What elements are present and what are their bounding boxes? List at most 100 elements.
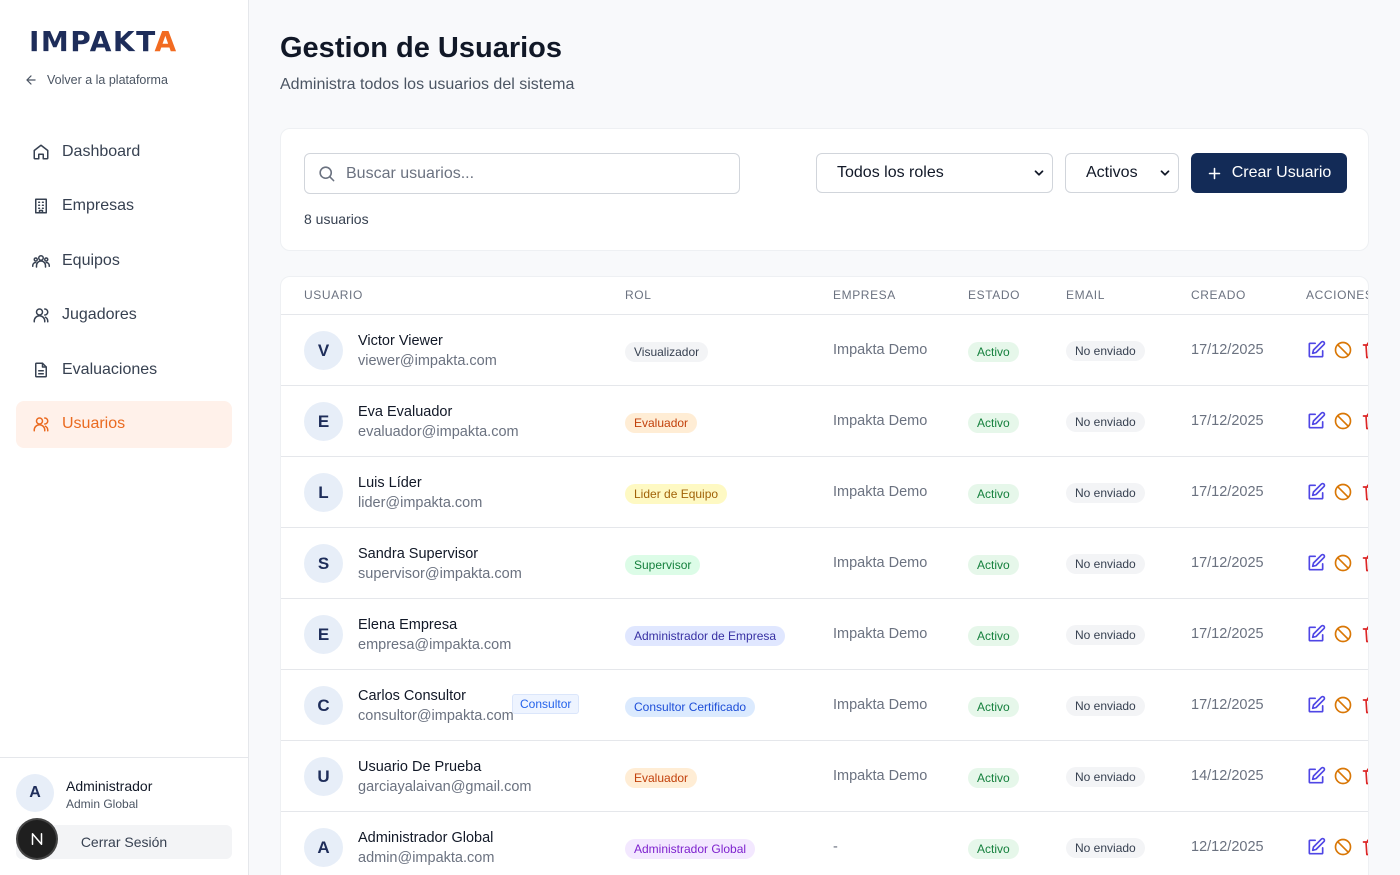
deactivate-button[interactable] bbox=[1333, 837, 1353, 857]
role-badge: Visualizador bbox=[625, 342, 709, 362]
column-header-estado: Estado bbox=[968, 288, 1021, 302]
sidebar-nav: Dashboard Empresas Equipos Jugadores Eva… bbox=[16, 128, 232, 455]
delete-button[interactable] bbox=[1361, 411, 1368, 431]
column-header-rol: Rol bbox=[625, 288, 652, 302]
table-row[interactable]: U Usuario De Prueba garciayalaivan@gmail… bbox=[281, 741, 1368, 812]
created-date: 17/12/2025 bbox=[1191, 413, 1264, 429]
current-user-role: Admin Global bbox=[66, 797, 139, 811]
team-icon bbox=[32, 254, 50, 268]
edit-button[interactable] bbox=[1306, 837, 1326, 857]
back-to-platform-link[interactable]: Volver a la plataforma bbox=[24, 73, 168, 87]
delete-button[interactable] bbox=[1361, 624, 1368, 644]
block-icon bbox=[1334, 625, 1352, 643]
table-row[interactable]: A Administrador Global admin@impakta.com… bbox=[281, 812, 1368, 875]
deactivate-button[interactable] bbox=[1333, 411, 1353, 431]
company-name: Impakta Demo bbox=[833, 555, 928, 571]
search-box[interactable] bbox=[304, 153, 740, 194]
user-email: admin@impakta.com bbox=[358, 850, 495, 866]
current-user-name: Administrador bbox=[66, 778, 153, 794]
deactivate-button[interactable] bbox=[1333, 766, 1353, 786]
deactivate-button[interactable] bbox=[1333, 553, 1353, 573]
email-status-badge: No enviado bbox=[1066, 483, 1145, 503]
created-date: 14/12/2025 bbox=[1191, 768, 1264, 784]
block-icon bbox=[1334, 554, 1352, 572]
table-row[interactable]: E Elena Empresa empresa@impakta.com Admi… bbox=[281, 599, 1368, 670]
block-icon bbox=[1334, 838, 1352, 856]
deactivate-button[interactable] bbox=[1333, 624, 1353, 644]
created-date: 17/12/2025 bbox=[1191, 555, 1264, 571]
created-date: 12/12/2025 bbox=[1191, 839, 1264, 855]
edit-button[interactable] bbox=[1306, 340, 1326, 360]
n-logo-icon[interactable] bbox=[18, 820, 56, 858]
delete-button[interactable] bbox=[1361, 553, 1368, 573]
table-row[interactable]: V Victor Viewer viewer@impakta.com Visua… bbox=[281, 315, 1368, 386]
company-name: Impakta Demo bbox=[833, 484, 928, 500]
page-subtitle: Administra todos los usuarios del sistem… bbox=[280, 76, 575, 93]
status-filter-select[interactable]: Activos bbox=[1065, 153, 1179, 193]
n-letter-icon bbox=[31, 833, 43, 845]
deactivate-button[interactable] bbox=[1333, 695, 1353, 715]
sidebar-item-label: Usuarios bbox=[62, 415, 126, 432]
status-filter-value: Activos bbox=[1086, 164, 1138, 181]
edit-button[interactable] bbox=[1306, 482, 1326, 502]
document-icon bbox=[35, 362, 47, 377]
trash-icon bbox=[1362, 484, 1368, 501]
user-count: 8 usuarios bbox=[304, 211, 369, 227]
user-name: Administrador Global bbox=[358, 830, 494, 846]
edit-icon bbox=[1308, 340, 1326, 358]
email-status-badge: No enviado bbox=[1066, 696, 1145, 716]
edit-button[interactable] bbox=[1306, 624, 1326, 644]
impakta-logo[interactable]: IMPAKTA bbox=[29, 27, 178, 57]
status-badge: Activo bbox=[968, 839, 1019, 859]
block-icon bbox=[1334, 483, 1352, 501]
edit-icon bbox=[1308, 766, 1326, 784]
table-row[interactable]: L Luis Líder lider@impakta.com Lider de … bbox=[281, 457, 1368, 528]
user-email: consultor@impakta.com bbox=[358, 708, 514, 724]
avatar: E bbox=[304, 402, 343, 441]
table-row[interactable]: C Carlos Consultor consultor@impakta.com… bbox=[281, 670, 1368, 741]
users-icon bbox=[33, 308, 49, 323]
sidebar-item-dashboard[interactable]: Dashboard bbox=[16, 128, 232, 175]
block-icon bbox=[1334, 341, 1352, 359]
delete-button[interactable] bbox=[1361, 695, 1368, 715]
sidebar-footer: A Administrador Admin Global Cerrar Sesi… bbox=[0, 757, 249, 875]
create-user-button[interactable]: Crear Usuario bbox=[1191, 153, 1347, 193]
block-icon bbox=[1334, 767, 1352, 785]
sidebar-item-usuarios[interactable]: Usuarios bbox=[16, 400, 232, 448]
user-email: evaluador@impakta.com bbox=[358, 424, 519, 440]
plus-icon bbox=[1208, 167, 1220, 179]
arrow-left-icon bbox=[26, 75, 36, 85]
deactivate-button[interactable] bbox=[1333, 340, 1353, 360]
sidebar-item-jugadores[interactable]: Jugadores bbox=[16, 292, 232, 339]
table-row[interactable]: E Eva Evaluador evaluador@impakta.com Ev… bbox=[281, 386, 1368, 457]
sidebar-item-empresas[interactable]: Empresas bbox=[16, 183, 232, 230]
edit-button[interactable] bbox=[1306, 411, 1326, 431]
edit-button[interactable] bbox=[1306, 766, 1326, 786]
sidebar-item-equipos[interactable]: Equipos bbox=[16, 237, 232, 284]
edit-button[interactable] bbox=[1306, 553, 1326, 573]
delete-button[interactable] bbox=[1361, 837, 1368, 857]
create-user-label: Crear Usuario bbox=[1231, 164, 1332, 181]
status-badge: Activo bbox=[968, 626, 1019, 646]
deactivate-button[interactable] bbox=[1333, 482, 1353, 502]
role-filter-select[interactable]: Todos los roles bbox=[816, 153, 1053, 193]
search-input[interactable] bbox=[346, 164, 726, 183]
company-name: Impakta Demo bbox=[833, 768, 928, 784]
table-row[interactable]: S Sandra Supervisor supervisor@impakta.c… bbox=[281, 528, 1368, 599]
company-name: Impakta Demo bbox=[833, 626, 928, 642]
avatar: A bbox=[304, 828, 343, 867]
sidebar-item-label: Empresas bbox=[62, 197, 135, 214]
company-name: Impakta Demo bbox=[833, 697, 928, 713]
sidebar-item-evaluaciones[interactable]: Evaluaciones bbox=[16, 346, 232, 393]
role-badge: Lider de Equipo bbox=[625, 484, 728, 504]
sidebar-item-label: Jugadores bbox=[62, 306, 137, 323]
delete-button[interactable] bbox=[1361, 482, 1368, 502]
sidebar-item-label: Dashboard bbox=[62, 142, 141, 160]
company-name: - bbox=[833, 839, 838, 855]
column-header-acciones: Acciones bbox=[1306, 288, 1369, 302]
consultant-badge: Consultor bbox=[512, 694, 580, 714]
delete-button[interactable] bbox=[1361, 766, 1368, 786]
edit-button[interactable] bbox=[1306, 695, 1326, 715]
delete-button[interactable] bbox=[1361, 340, 1368, 360]
column-header-empresa: Empresa bbox=[833, 288, 896, 302]
